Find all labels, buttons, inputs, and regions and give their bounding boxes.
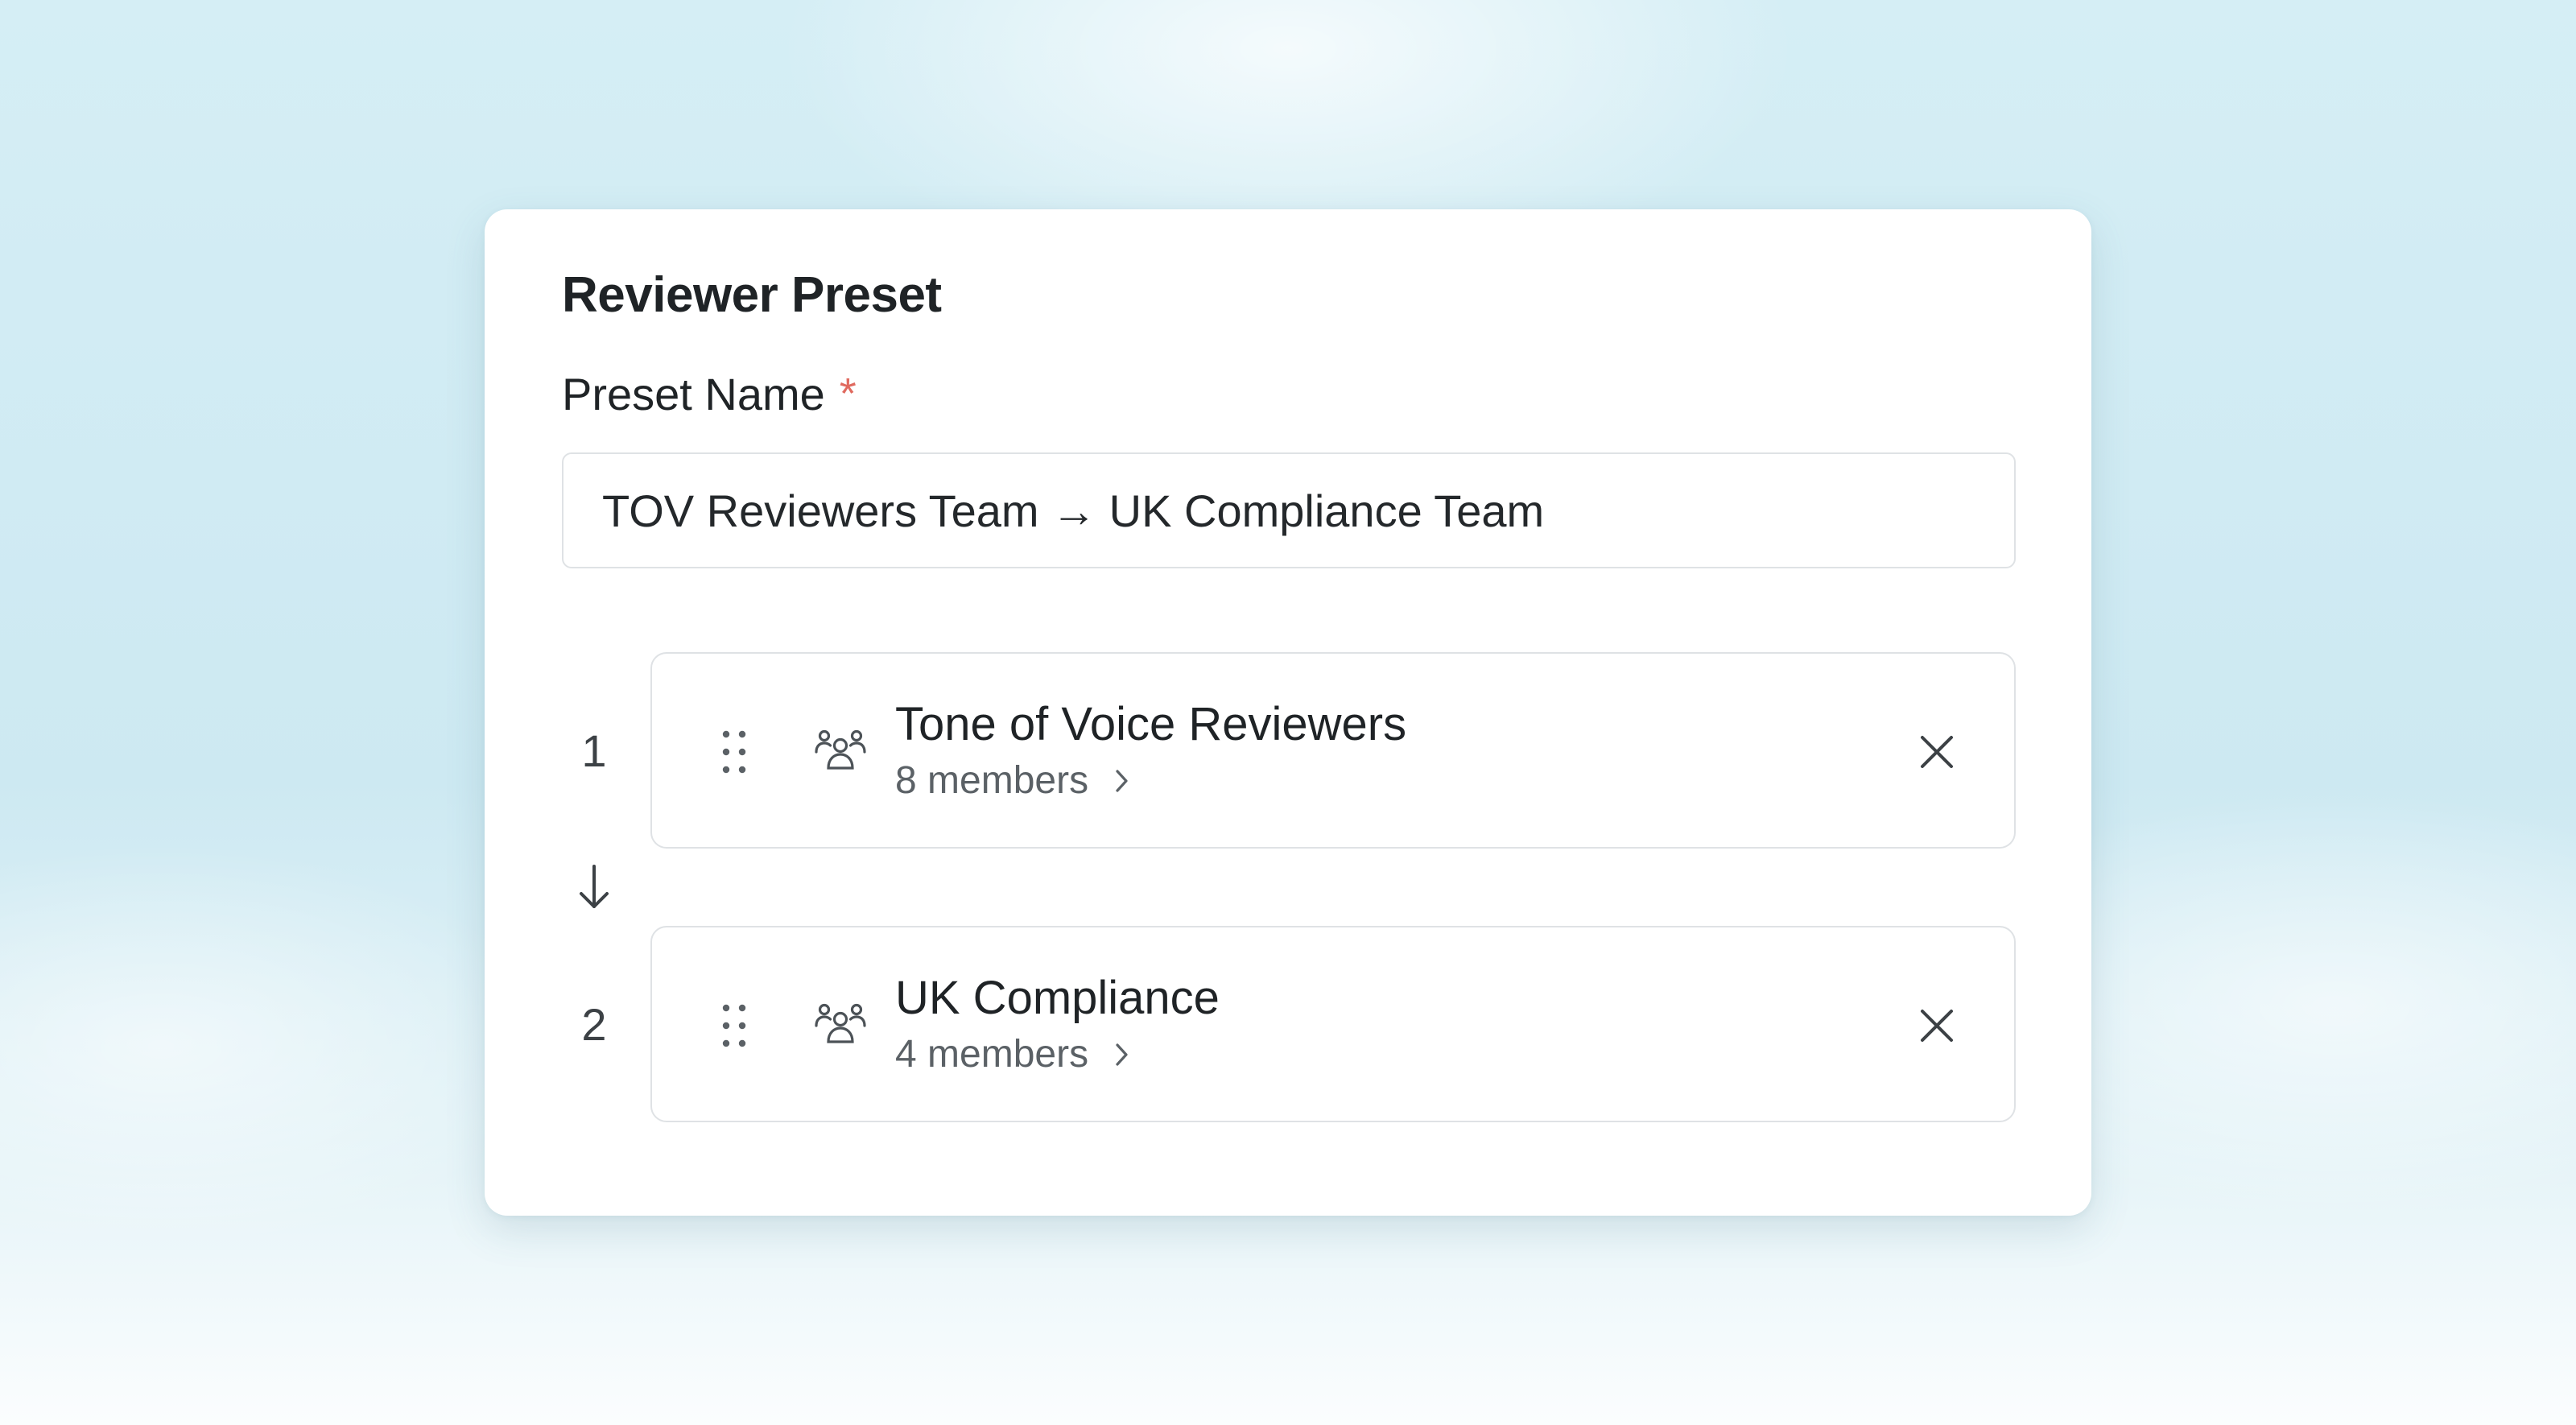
members-count: 4 members	[895, 1033, 1089, 1076]
chevron-right-icon	[1116, 770, 1128, 792]
step-number: 1	[581, 725, 607, 776]
step-title: Tone of Voice Reviewers	[895, 698, 1407, 750]
preset-name-value: TOV Reviewers Team → UK Compliance Team	[602, 485, 1545, 536]
arrow-down-icon	[580, 865, 609, 908]
step-card[interactable]: UK Compliance 4 members	[650, 926, 2016, 1122]
reviewer-step-1: 1 Tone of Voice Reviewers 8 members	[562, 652, 2016, 849]
preset-name-label: Preset Name	[562, 368, 825, 419]
drag-handle-icon[interactable]	[716, 1002, 752, 1050]
required-marker: *	[839, 370, 857, 418]
group-icon	[815, 1003, 866, 1043]
step-text: UK Compliance 4 members	[895, 968, 1220, 1080]
members-link[interactable]: 4 members	[895, 1029, 1220, 1080]
step-text: Tone of Voice Reviewers 8 members	[895, 694, 1406, 807]
group-icon	[815, 729, 866, 770]
reviewer-step-2: 2 UK Compliance 4 members	[562, 926, 2016, 1122]
step-title: UK Compliance	[895, 972, 1220, 1024]
remove-step-button[interactable]	[1905, 720, 1969, 784]
chevron-right-icon	[1116, 1043, 1128, 1066]
members-link[interactable]: 8 members	[895, 755, 1406, 807]
preset-name-label-row: Preset Name *	[562, 366, 2014, 422]
card-title: Reviewer Preset	[562, 267, 942, 323]
members-count: 8 members	[895, 759, 1089, 802]
remove-step-button[interactable]	[1905, 993, 1969, 1058]
close-icon	[1921, 736, 1953, 768]
reviewer-preset-card: Reviewer Preset Preset Name * TOV Review…	[485, 209, 2091, 1216]
preset-name-input[interactable]: TOV Reviewers Team → UK Compliance Team	[562, 452, 2016, 568]
reviewer-steps-list: 1 Tone of Voice Reviewers 8 members 2 UK…	[562, 652, 2016, 1122]
close-icon	[1921, 1010, 1953, 1042]
drag-handle-icon[interactable]	[716, 728, 752, 776]
step-card[interactable]: Tone of Voice Reviewers 8 members	[650, 652, 2016, 849]
step-number: 2	[581, 998, 607, 1050]
